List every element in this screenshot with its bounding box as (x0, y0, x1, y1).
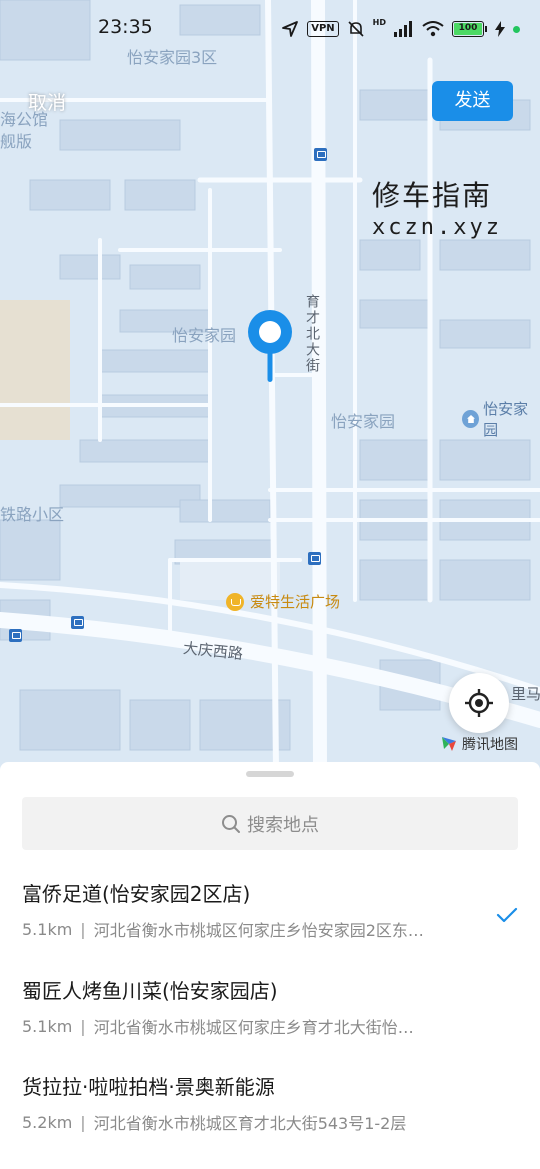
map-label-center-block: 怡安家园 (172, 326, 237, 345)
mute-bell-icon (348, 21, 364, 37)
status-icons: VPN HD 100 (281, 18, 520, 40)
shopping-bag-icon (226, 592, 244, 611)
search-input[interactable]: 搜索地点 (22, 797, 518, 850)
result-divider: | (80, 919, 86, 939)
result-name: 富侨足道(怡安家园2区店) (22, 882, 251, 906)
status-time: 23:35 (98, 16, 153, 38)
drag-handle[interactable] (246, 771, 294, 777)
watermark-url: xczn.xyz (372, 215, 502, 240)
crosshair-icon (465, 689, 493, 717)
location-arrow-icon (282, 21, 299, 37)
home-icon (462, 410, 480, 428)
map-brand: 腾讯地图 (440, 734, 518, 754)
charging-dot (513, 25, 520, 33)
result-meta: 5.2km | 河北省衡水市桃城区育才北大街543号1-2层 (22, 1110, 518, 1134)
signal-bars-icon (394, 21, 412, 37)
map-label-edge-right: 里马 (511, 685, 540, 703)
result-distance: 5.1km (22, 919, 73, 939)
map-label-road-vertical: 育才北大街 (304, 294, 320, 374)
map-label-east-block: 怡安家园 (331, 412, 396, 431)
location-pin-icon (248, 310, 292, 382)
map-poi-mall[interactable]: 爱特生活广场 (226, 591, 340, 612)
battery-level: 100 (454, 23, 482, 35)
battery-indicator: 100 (452, 21, 487, 37)
result-meta: 5.1km | 河北省衡水市桃城区何家庄乡育才北大街怡… (22, 1014, 518, 1038)
map-view[interactable]: 怡安家园3区 海公馆 舰版 怡安家园 育才北大街 怡安家园 铁路小区 大庆西路 … (0, 0, 540, 770)
result-item[interactable]: 富侨足道(怡安家园2区店) 5.1km | 河北省衡水市桃城区何家庄乡怡安家园2… (22, 880, 518, 970)
checkmark-icon (496, 907, 518, 923)
result-address: 河北省衡水市桃城区何家庄乡怡安家园2区东… (93, 921, 424, 940)
map-poi-mall-label: 爱特生活广场 (250, 593, 341, 611)
result-meta: 5.1km | 河北省衡水市桃城区何家庄乡怡安家园2区东… (22, 917, 518, 941)
result-distance: 5.2km (22, 1112, 73, 1132)
result-distance: 5.1km (22, 1016, 73, 1036)
cancel-button[interactable]: 取消 (28, 88, 66, 115)
result-item[interactable]: 货拉拉·啦啦拍档·景奥新能源 5.2km | 河北省衡水市桃城区育才北大街543… (22, 1073, 518, 1163)
map-poi-home-label: 怡安家园 (483, 400, 529, 439)
result-address: 河北省衡水市桃城区何家庄乡育才北大街怡… (93, 1018, 414, 1037)
map-label-rail-district: 铁路小区 (0, 505, 65, 524)
status-bar: 23:35 VPN HD 100 (0, 0, 540, 58)
map-brand-label: 腾讯地图 (462, 737, 518, 753)
charging-bolt-icon (495, 21, 505, 37)
result-name: 蜀匠人烤鱼川菜(怡安家园店) (22, 979, 278, 1003)
location-picker-sheet: 搜索地点 富侨足道(怡安家园2区店) 5.1km | 河北省衡水市桃城区何家庄乡… (0, 762, 540, 1169)
result-divider: | (80, 1016, 86, 1036)
result-item[interactable]: 蜀匠人烤鱼川菜(怡安家园店) 5.1km | 河北省衡水市桃城区何家庄乡育才北大… (22, 977, 518, 1067)
watermark-title: 修车指南 (372, 179, 493, 212)
send-button[interactable]: 发送 (432, 81, 513, 121)
wifi-icon (422, 21, 444, 37)
watermark: 修车指南 xczn.xyz (372, 178, 502, 242)
bus-stop-icon[interactable] (9, 629, 22, 642)
tencent-map-logo-icon (442, 737, 456, 751)
result-address: 河北省衡水市桃城区育才北大街543号1-2层 (93, 1114, 407, 1133)
bus-stop-icon[interactable] (71, 616, 84, 629)
result-name: 货拉拉·啦啦拍档·景奥新能源 (22, 1075, 275, 1099)
search-icon (222, 814, 240, 833)
bus-stop-icon[interactable] (314, 148, 327, 161)
locate-me-button[interactable] (449, 673, 509, 733)
vpn-badge: VPN (307, 21, 339, 37)
map-label-west-edge-2: 舰版 (0, 132, 33, 151)
bus-stop-icon[interactable] (308, 552, 321, 565)
search-placeholder: 搜索地点 (247, 814, 319, 836)
map-poi-home[interactable]: 怡安家园 (462, 398, 540, 440)
result-divider: | (80, 1112, 86, 1132)
signal-hd-tag: HD (372, 18, 386, 27)
